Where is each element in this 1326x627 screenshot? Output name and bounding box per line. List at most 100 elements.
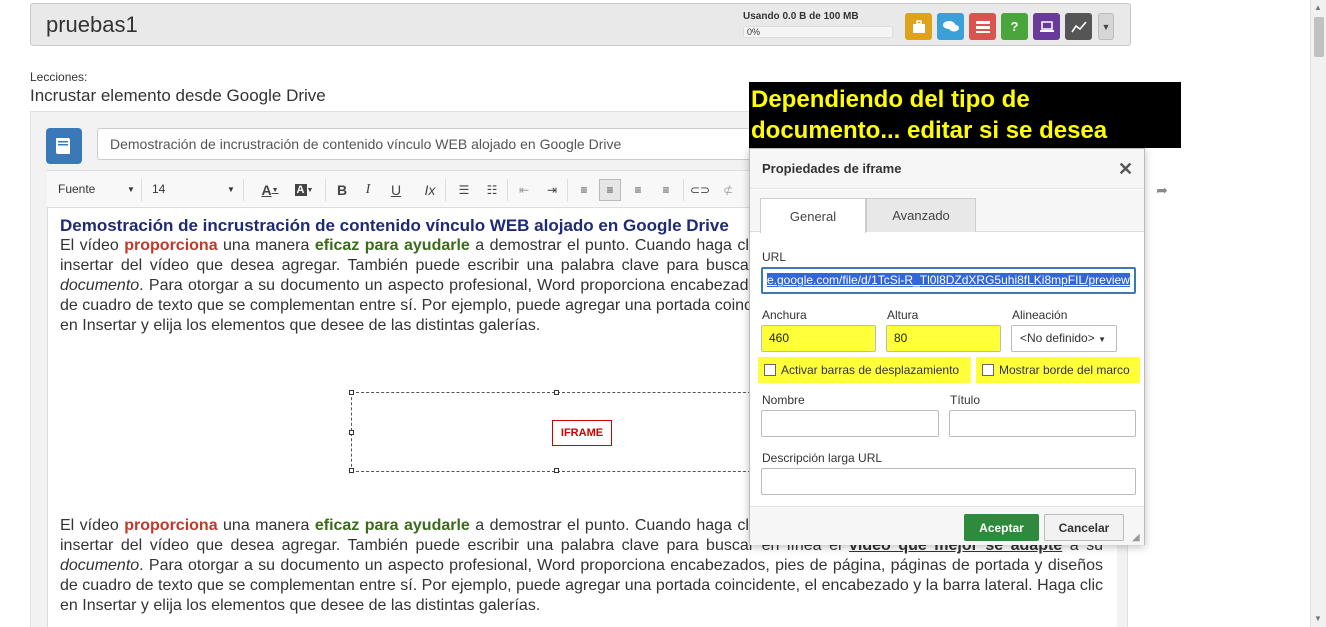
numbered-list-button[interactable]: ☰ xyxy=(453,179,475,201)
storage-usage-bar: 0% xyxy=(743,26,893,38)
align-justify-button[interactable]: ≡ xyxy=(655,179,677,201)
align-right-button[interactable]: ≡ xyxy=(627,179,649,201)
name-label: Nombre xyxy=(762,393,805,407)
chevron-down-icon: ▼ xyxy=(1098,335,1106,344)
more-tools-dropdown[interactable]: ▼ xyxy=(1098,13,1114,40)
chat-button[interactable] xyxy=(937,13,964,40)
font-select-label: Fuente xyxy=(58,182,96,196)
toolbar-separator xyxy=(243,179,244,201)
text-color-button[interactable]: A ▼ xyxy=(255,179,285,201)
unlink-button[interactable]: ⊄ xyxy=(717,179,739,201)
height-input[interactable]: 80 xyxy=(886,325,1001,352)
list-button[interactable] xyxy=(969,13,996,40)
clear-format-button[interactable]: Ix xyxy=(419,179,441,201)
bullet-list-button[interactable]: ☷ xyxy=(481,179,503,201)
scrollbars-checkbox[interactable] xyxy=(764,364,776,376)
title-label: Título xyxy=(950,393,981,407)
font-size-select[interactable]: 14 ▼ xyxy=(147,179,237,201)
numbered-list-icon: ☰ xyxy=(458,183,470,197)
page-scrollbar[interactable]: ▲ ▼ xyxy=(1310,0,1326,627)
chevron-down-icon: ▼ xyxy=(271,186,279,194)
width-label: Anchura xyxy=(762,308,807,322)
toolbar-separator xyxy=(567,179,568,201)
scrollbars-checkbox-row[interactable]: Activar barras de desplazamiento xyxy=(758,357,971,383)
longdesc-input[interactable] xyxy=(761,468,1136,495)
course-header: pruebas1 Usando 0.0 B de 100 MB 0% ? ▼ xyxy=(30,3,1131,46)
align-left-button[interactable]: ≡ xyxy=(573,179,595,201)
briefcase-button[interactable] xyxy=(905,13,932,40)
chevron-down-icon: ▼ xyxy=(127,185,135,194)
close-button[interactable]: ✕ xyxy=(1118,159,1133,180)
course-title: pruebas1 xyxy=(46,12,138,37)
border-checkbox[interactable] xyxy=(982,364,994,376)
resize-handle[interactable] xyxy=(349,430,354,435)
clear-format-icon: Ix xyxy=(424,182,436,198)
text-segment: una manera xyxy=(217,517,315,534)
border-checkbox-row[interactable]: Mostrar borde del marco xyxy=(976,357,1140,383)
italic-button[interactable]: I xyxy=(357,179,379,201)
align-select[interactable]: <No definido> ▼ xyxy=(1011,325,1117,352)
align-right-icon: ≡ xyxy=(634,183,642,197)
name-input[interactable] xyxy=(761,410,939,437)
height-label: Altura xyxy=(887,308,919,322)
chevron-down-icon: ▼ xyxy=(227,185,235,194)
underline-icon: U xyxy=(390,182,402,198)
width-input[interactable]: 460 xyxy=(761,325,876,352)
laptop-icon xyxy=(1039,20,1054,32)
resize-handle[interactable] xyxy=(554,468,559,473)
scrollbars-label: Activar barras de desplazamiento xyxy=(781,363,960,377)
url-value: e.google.com/file/d/1TcSi-R_Tl0l8DZdXRG5… xyxy=(767,273,1130,287)
lesson-title-input[interactable] xyxy=(97,128,817,160)
text-segment: eficaz para ayudarle xyxy=(314,237,470,254)
align-center-button[interactable]: ≡ xyxy=(599,179,621,201)
laptop-button[interactable] xyxy=(1033,13,1060,40)
accept-button[interactable]: Aceptar xyxy=(964,514,1039,541)
align-label: Alineación xyxy=(1012,308,1068,322)
lessons-label: Lecciones: xyxy=(30,70,88,84)
bold-icon: B xyxy=(336,182,348,198)
dialog-header: Propiedades de iframe ✕ xyxy=(750,149,1144,189)
redo-button[interactable]: ➦ xyxy=(1151,179,1173,201)
toolbar-separator xyxy=(683,179,684,201)
text-segment: El vídeo xyxy=(60,237,125,254)
cancel-button[interactable]: Cancelar xyxy=(1044,514,1124,541)
help-icon: ? xyxy=(1010,19,1019,34)
title-input[interactable] xyxy=(949,410,1136,437)
chat-icon xyxy=(942,20,959,31)
bold-button[interactable]: B xyxy=(331,179,353,201)
resize-grip-icon[interactable]: ◢ xyxy=(1132,532,1140,543)
dialog-footer: Aceptar Cancelar ◢ xyxy=(750,506,1144,545)
resize-handle[interactable] xyxy=(349,468,354,473)
indent-button[interactable]: ⇥ xyxy=(541,179,563,201)
scroll-up-icon[interactable]: ▲ xyxy=(1314,3,1322,12)
tab-advanced[interactable]: Avanzado xyxy=(866,198,976,232)
url-input[interactable]: e.google.com/file/d/1TcSi-R_Tl0l8DZdXRG5… xyxy=(761,267,1136,294)
text-segment: una manera xyxy=(217,237,315,254)
help-button[interactable]: ? xyxy=(1001,13,1028,40)
outdent-button[interactable]: ⇤ xyxy=(513,179,535,201)
bg-color-button[interactable]: A ▼ xyxy=(289,179,319,201)
iframe-placeholder[interactable]: IFRAME xyxy=(349,390,761,473)
font-size-label: 14 xyxy=(152,182,166,196)
iframe-label: IFRAME xyxy=(552,420,612,446)
tab-general[interactable]: General xyxy=(760,198,866,233)
text-segment: documento xyxy=(60,557,140,574)
dialog-title: Propiedades de iframe xyxy=(762,161,902,176)
book-icon xyxy=(56,138,70,154)
font-select[interactable]: Fuente ▼ xyxy=(53,179,137,201)
underline-button[interactable]: U xyxy=(385,179,407,201)
annotation-callout: Dependiendo del tipo de documento... edi… xyxy=(749,82,1181,148)
resize-handle[interactable] xyxy=(554,390,559,395)
chart-button[interactable] xyxy=(1065,13,1092,40)
resize-handle[interactable] xyxy=(349,390,354,395)
toolbar-separator xyxy=(325,179,326,201)
scroll-thumb[interactable] xyxy=(1314,17,1324,57)
text-segment: . Para otorgar a su documento un aspecto… xyxy=(60,557,1103,614)
link-button[interactable]: ⊂⊃ xyxy=(689,179,711,201)
close-icon: ✕ xyxy=(1118,159,1134,179)
redo-icon: ➦ xyxy=(1156,181,1168,198)
lesson-book-icon xyxy=(46,128,82,164)
scroll-down-icon[interactable]: ▼ xyxy=(1314,614,1322,623)
bullet-list-icon: ☷ xyxy=(486,183,498,197)
align-center-icon: ≡ xyxy=(606,183,614,197)
